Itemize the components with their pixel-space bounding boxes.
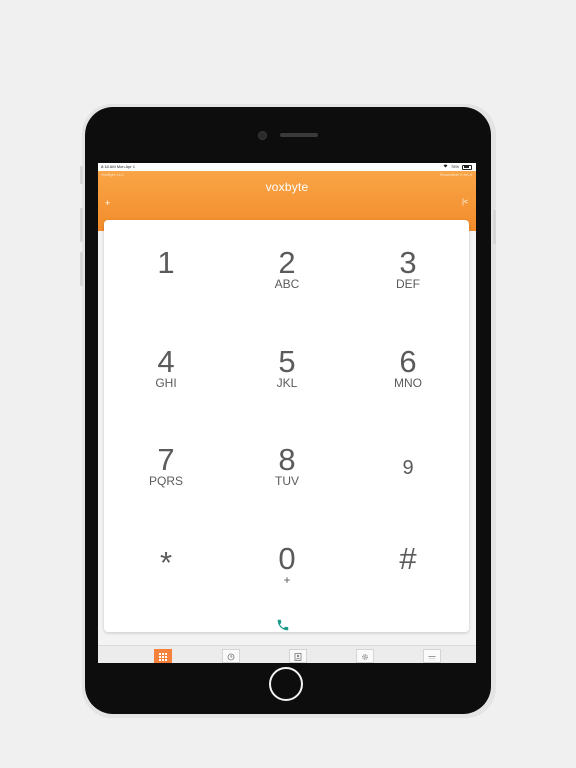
home-button[interactable] [269,667,303,701]
tab-history[interactable] [222,649,240,663]
earpiece-speaker [280,133,318,137]
add-button[interactable]: + [105,198,110,208]
volume-down-button [80,252,83,286]
tab-bar [98,645,476,663]
key-digit: 5 [278,344,296,379]
key-letters: DEF [396,277,420,291]
status-right: 76% [443,163,472,171]
key-digit: 8 [278,442,296,477]
tab-contacts[interactable] [289,649,307,663]
key-letters: MNO [394,376,422,390]
battery-percent: 76% [450,164,459,169]
key-digit: 6 [399,344,417,379]
battery-icon [462,164,472,170]
key-1[interactable]: 1 [116,246,216,316]
key-letters: JKL [276,376,298,390]
tab-dialpad[interactable] [154,649,172,663]
power-button [493,210,496,244]
key-letters: + [283,573,291,587]
key-0[interactable]: 0 + [237,542,337,612]
key-digit: 3 [399,245,417,280]
key-letters: TUV [275,474,299,488]
volume-up-button [80,208,83,242]
key-4[interactable]: 4 GHI [116,345,216,415]
key-digit: 2 [278,245,296,280]
key-letters: ABC [274,277,300,291]
call-button[interactable] [276,618,296,634]
header-status: Reachable 9 ext 4 [439,172,472,177]
collapse-button[interactable]: |< [462,199,468,206]
key-digit: 0 [278,541,296,576]
header-account: VoxByte LLC [101,172,125,177]
key-digit: 1 [157,245,175,280]
status-bar: 8:18 AM Mon Apr 1 76% [98,163,476,171]
keypad: 1 2 ABC 3 DEF 4 GHI 5 JKL 6 MNO 7 PQRS 8 [104,220,469,632]
key-digit: 7 [157,442,175,477]
key-2[interactable]: 2 ABC [237,246,337,316]
key-5[interactable]: 5 JKL [237,345,337,415]
mute-switch [80,166,83,184]
key-6[interactable]: 6 MNO [358,345,458,415]
key-digit: 4 [157,344,175,379]
key-3[interactable]: 3 DEF [358,246,458,316]
key-8[interactable]: 8 TUV [237,443,337,513]
wifi-icon [443,163,448,171]
key-digit: # [399,541,417,576]
front-camera [258,131,267,140]
tab-settings[interactable] [356,649,374,663]
status-time: 8:18 AM Mon Apr 1 [101,164,136,169]
key-star[interactable]: * [116,546,216,616]
key-letters: GHI [155,376,177,390]
app-screen: 8:18 AM Mon Apr 1 76% VoxByte LLC Reacha… [98,163,476,663]
app-logo: voxbyte [265,180,309,194]
key-7[interactable]: 7 PQRS [116,443,216,513]
phone-icon [276,619,290,636]
key-letters: PQRS [148,474,183,488]
key-digit: 9 [402,457,414,479]
tab-more[interactable] [423,649,441,663]
key-digit: * [159,545,173,580]
key-9[interactable]: 9 [358,451,458,521]
key-hash[interactable]: # [358,542,458,612]
